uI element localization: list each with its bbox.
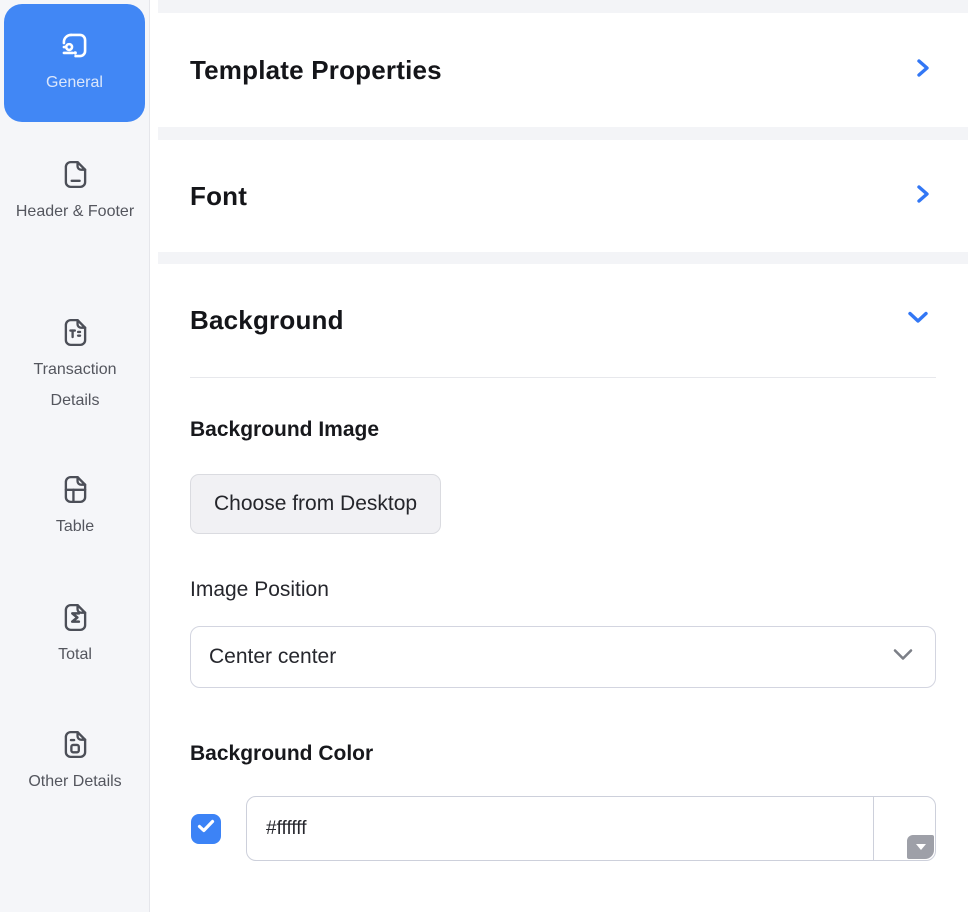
image-position-select[interactable]: Center center [190,626,936,688]
image-position-label: Image Position [190,576,936,604]
transaction-details-icon [59,316,92,349]
sidebar-item-other-details[interactable]: Other Details [0,728,150,797]
other-details-icon [59,728,92,761]
font-header[interactable]: Font [150,140,976,252]
section-gap [158,0,968,13]
background-color-checkbox[interactable] [191,814,221,844]
sidebar-item-label: Total [8,639,142,670]
background-image-label: Background Image [190,416,936,444]
sidebar-item-total[interactable]: Total [0,601,150,670]
sidebar-item-transaction-details[interactable]: Transaction Details [0,316,150,416]
sidebar-item-label: General [15,67,135,98]
section-template-properties: Template Properties [150,13,976,127]
chevron-right-icon [916,57,930,84]
section-gap [158,252,968,264]
template-settings-panel: General Header & Footer [0,0,976,912]
background-color-row [190,796,936,861]
sidebar-item-table[interactable]: Table [0,473,150,542]
background-color-label: Background Color [190,740,936,768]
background-header[interactable]: Background [190,264,936,342]
sidebar-item-label: Header & Footer [8,196,142,227]
settings-main-panel: Template Properties Font [150,0,976,912]
header-footer-icon [59,158,92,191]
section-divider [190,377,936,378]
sidebar-item-label: Other Details [8,766,142,797]
checkmark-icon [197,819,215,838]
image-position-selected-value: Center center [209,645,336,669]
color-picker-dropdown-button[interactable] [907,835,934,859]
sidebar-item-general[interactable]: General [4,4,145,122]
section-title: Template Properties [190,55,442,86]
general-icon [58,29,91,62]
section-font: Font [150,140,976,252]
triangle-down-icon [916,844,926,850]
chevron-right-icon [916,183,930,210]
section-title: Background [190,305,344,336]
settings-sidebar: General Header & Footer [0,0,150,912]
total-icon [59,601,92,634]
choose-from-desktop-button[interactable]: Choose from Desktop [190,474,441,534]
table-icon [59,473,92,506]
section-gap [158,127,968,140]
chevron-down-icon [906,310,930,330]
sidebar-item-label: Transaction Details [8,354,142,416]
section-title: Font [190,181,247,212]
section-background: Background Background Image Choose from … [150,264,976,912]
sidebar-item-header-footer[interactable]: Header & Footer [0,158,150,227]
sidebar-item-label: Table [8,511,142,542]
background-color-input[interactable] [247,797,874,860]
template-properties-header[interactable]: Template Properties [150,13,976,127]
chevron-down-icon [892,648,914,666]
background-color-input-group [246,796,936,861]
